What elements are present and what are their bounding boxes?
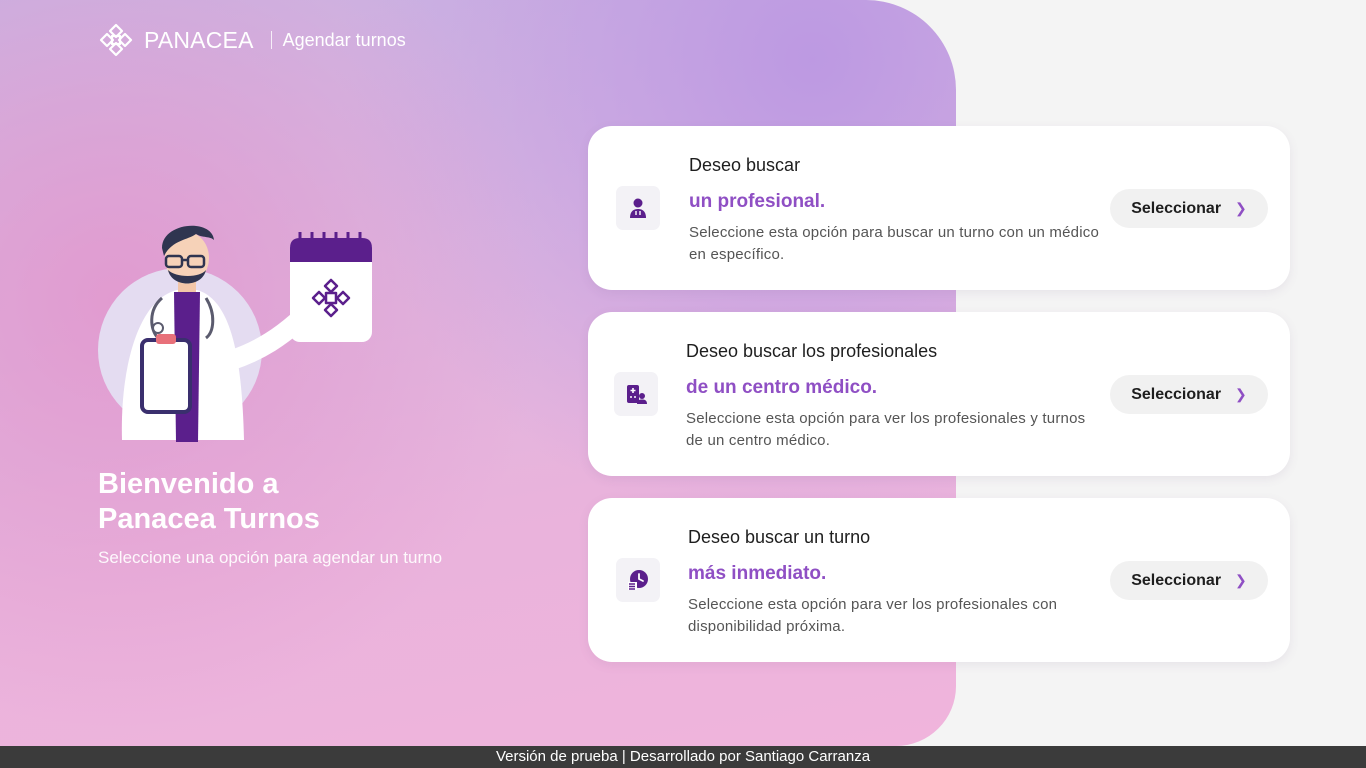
welcome-title-line2: Panacea Turnos xyxy=(98,503,320,535)
brand-name: PANACEA xyxy=(144,26,254,53)
option-heading: Deseo buscar xyxy=(689,155,801,175)
select-button-label: Seleccionar xyxy=(1131,199,1222,217)
option-highlight: más inmediato. xyxy=(688,563,827,584)
doctor-icon xyxy=(616,186,660,230)
select-soonest-button[interactable]: Seleccionar ❯ xyxy=(1110,561,1268,600)
option-highlight: de un centro médico. xyxy=(686,377,878,398)
brand-header: PANACEA Agendar turnos xyxy=(98,22,406,58)
option-heading: Deseo buscar los profesionales xyxy=(686,341,938,361)
chevron-right-icon: ❯ xyxy=(1235,200,1247,216)
chevron-right-icon: ❯ xyxy=(1235,572,1247,588)
option-card-soonest-appointment[interactable]: Deseo buscar un turno más inmediato. Sel… xyxy=(588,498,1290,662)
clock-list-icon xyxy=(616,558,660,602)
option-heading: Deseo buscar un turno xyxy=(688,527,871,547)
brand-subtitle: Agendar turnos xyxy=(282,29,406,50)
option-description: Seleccione esta opción para ver los prof… xyxy=(686,410,1086,449)
brand-divider xyxy=(270,31,272,49)
welcome-title-line1: Bienvenido a xyxy=(98,468,279,500)
option-description: Seleccione esta opción para ver los prof… xyxy=(688,596,1058,635)
select-professional-button[interactable]: Seleccionar ❯ xyxy=(1110,189,1268,228)
option-card-medical-center[interactable]: Deseo buscar los profesionales de un cen… xyxy=(588,312,1290,476)
select-button-label: Seleccionar xyxy=(1131,571,1222,589)
panacea-logo-icon xyxy=(98,22,134,58)
welcome-title: Bienvenido a Panacea Turnos xyxy=(98,467,498,537)
footer-bar: Versión de prueba | Desarrollado por San… xyxy=(0,746,1366,768)
medical-center-icon xyxy=(614,372,658,416)
option-card-professional[interactable]: Deseo buscar un profesional. Seleccione … xyxy=(588,126,1290,290)
select-medical-center-button[interactable]: Seleccionar ❯ xyxy=(1110,375,1268,414)
option-highlight: un profesional. xyxy=(689,191,826,212)
welcome-subtitle: Seleccione una opción para agendar un tu… xyxy=(98,548,443,567)
select-button-label: Seleccionar xyxy=(1131,385,1222,403)
option-description: Seleccione esta opción para buscar un tu… xyxy=(689,224,1099,263)
doctor-illustration xyxy=(92,210,392,450)
chevron-right-icon: ❯ xyxy=(1235,386,1247,402)
